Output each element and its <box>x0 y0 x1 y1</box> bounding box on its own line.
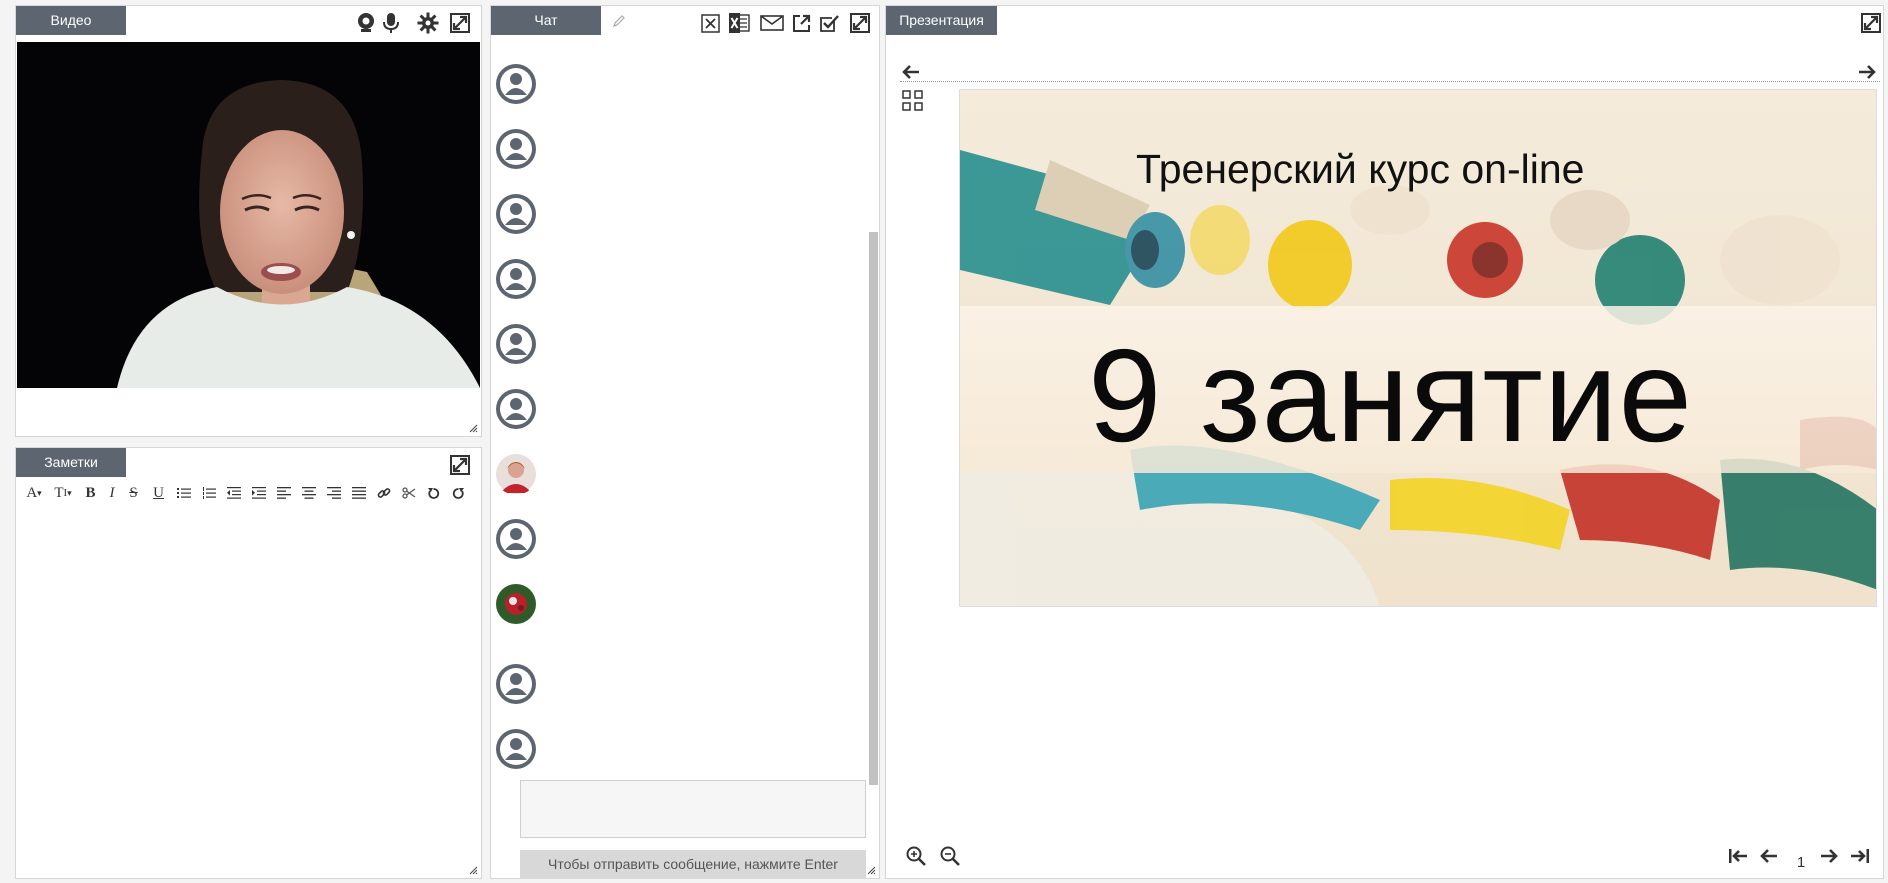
expand-icon[interactable] <box>1860 11 1882 35</box>
excel-export-icon[interactable] <box>727 12 751 34</box>
notes-panel: Заметки A ▾ T I ▾ B I S U <box>15 447 482 879</box>
microphone-icon[interactable] <box>379 11 403 35</box>
user-avatar-icon <box>496 389 536 429</box>
zoom-out-icon[interactable] <box>938 844 962 868</box>
strikethrough-icon[interactable]: S <box>121 483 146 503</box>
user-avatar-icon <box>496 64 536 104</box>
expand-icon[interactable] <box>448 453 472 477</box>
align-justify-icon[interactable] <box>346 483 371 503</box>
arrow-right-icon[interactable] <box>1856 62 1878 82</box>
video-stream <box>17 42 480 388</box>
link-icon[interactable] <box>371 483 396 503</box>
send-hint-button[interactable]: Чтобы отправить сообщение, нажмите Enter <box>520 850 866 879</box>
slide-title: Тренерский курс on-line <box>1136 146 1585 192</box>
bullet-list-icon[interactable] <box>171 483 196 503</box>
align-right-icon[interactable] <box>321 483 346 503</box>
font-color-icon[interactable]: A ▾ <box>20 483 48 503</box>
align-left-icon[interactable] <box>271 483 296 503</box>
first-page-icon[interactable] <box>1726 845 1750 867</box>
previous-page-icon[interactable] <box>1758 845 1780 867</box>
email-icon[interactable] <box>759 12 785 34</box>
outdent-icon[interactable] <box>221 483 246 503</box>
chat-panel: Чат Чтобы отправить сообщение, нажмите E… <box>490 5 880 879</box>
settings-gear-icon[interactable] <box>416 11 440 35</box>
resize-handle-icon[interactable] <box>867 866 876 875</box>
video-panel: Видео <box>15 5 482 437</box>
unlink-scissors-icon[interactable] <box>396 483 421 503</box>
zoom-in-icon[interactable] <box>904 844 928 868</box>
user-photo-avatar <box>496 584 536 624</box>
align-center-icon[interactable] <box>296 483 321 503</box>
video-tab[interactable]: Видео <box>16 6 126 35</box>
webcam-icon[interactable] <box>354 11 378 35</box>
expand-icon[interactable] <box>448 11 472 35</box>
font-size-icon[interactable]: T I ▾ <box>48 483 78 503</box>
share-export-icon[interactable] <box>791 12 813 34</box>
resize-handle-icon[interactable] <box>469 866 478 875</box>
redo-icon[interactable] <box>446 483 471 503</box>
arrow-left-icon[interactable] <box>900 62 922 82</box>
next-page-icon[interactable] <box>1818 845 1840 867</box>
chat-message-list[interactable] <box>491 36 867 786</box>
chat-tab[interactable]: Чат <box>491 6 601 35</box>
chat-scrollbar[interactable] <box>869 232 878 785</box>
user-avatar-icon <box>496 129 536 169</box>
numbered-list-icon[interactable] <box>196 483 221 503</box>
user-avatar-icon <box>496 324 536 364</box>
user-avatar-icon <box>496 259 536 299</box>
notes-editor[interactable] <box>17 508 480 873</box>
presentation-slide: Тренерский курс on-line 9 занятие <box>959 89 1877 607</box>
resize-handle-icon[interactable] <box>469 424 478 433</box>
thumbnails-grid-icon[interactable] <box>900 88 924 112</box>
user-avatar-icon <box>496 519 536 559</box>
presentation-tab[interactable]: Презентация <box>886 6 997 35</box>
user-avatar-icon <box>496 664 536 704</box>
undo-icon[interactable] <box>421 483 446 503</box>
user-avatar-icon <box>496 194 536 234</box>
checkbox-check-icon[interactable] <box>817 12 841 34</box>
user-photo-avatar <box>496 454 536 494</box>
current-page-number: 1 <box>1796 854 1806 871</box>
italic-icon[interactable]: I <box>103 483 121 503</box>
underline-icon[interactable]: U <box>146 483 171 503</box>
indent-icon[interactable] <box>246 483 271 503</box>
clear-chat-icon[interactable] <box>699 12 721 34</box>
chat-message-input[interactable] <box>520 780 866 838</box>
notes-tab[interactable]: Заметки <box>16 448 126 477</box>
slide-heading: 9 занятие <box>1088 322 1693 469</box>
last-page-icon[interactable] <box>1848 845 1872 867</box>
presentation-panel: Презентация Тренерский курс on-line 9 за… <box>885 5 1884 879</box>
slide-top-divider <box>900 81 1880 82</box>
expand-icon[interactable] <box>848 11 872 35</box>
notes-formatting-toolbar: A ▾ T I ▾ B I S U <box>20 483 471 503</box>
bold-icon[interactable]: B <box>78 483 103 503</box>
edit-pencil-icon[interactable] <box>610 12 628 30</box>
user-avatar-icon <box>496 729 536 769</box>
